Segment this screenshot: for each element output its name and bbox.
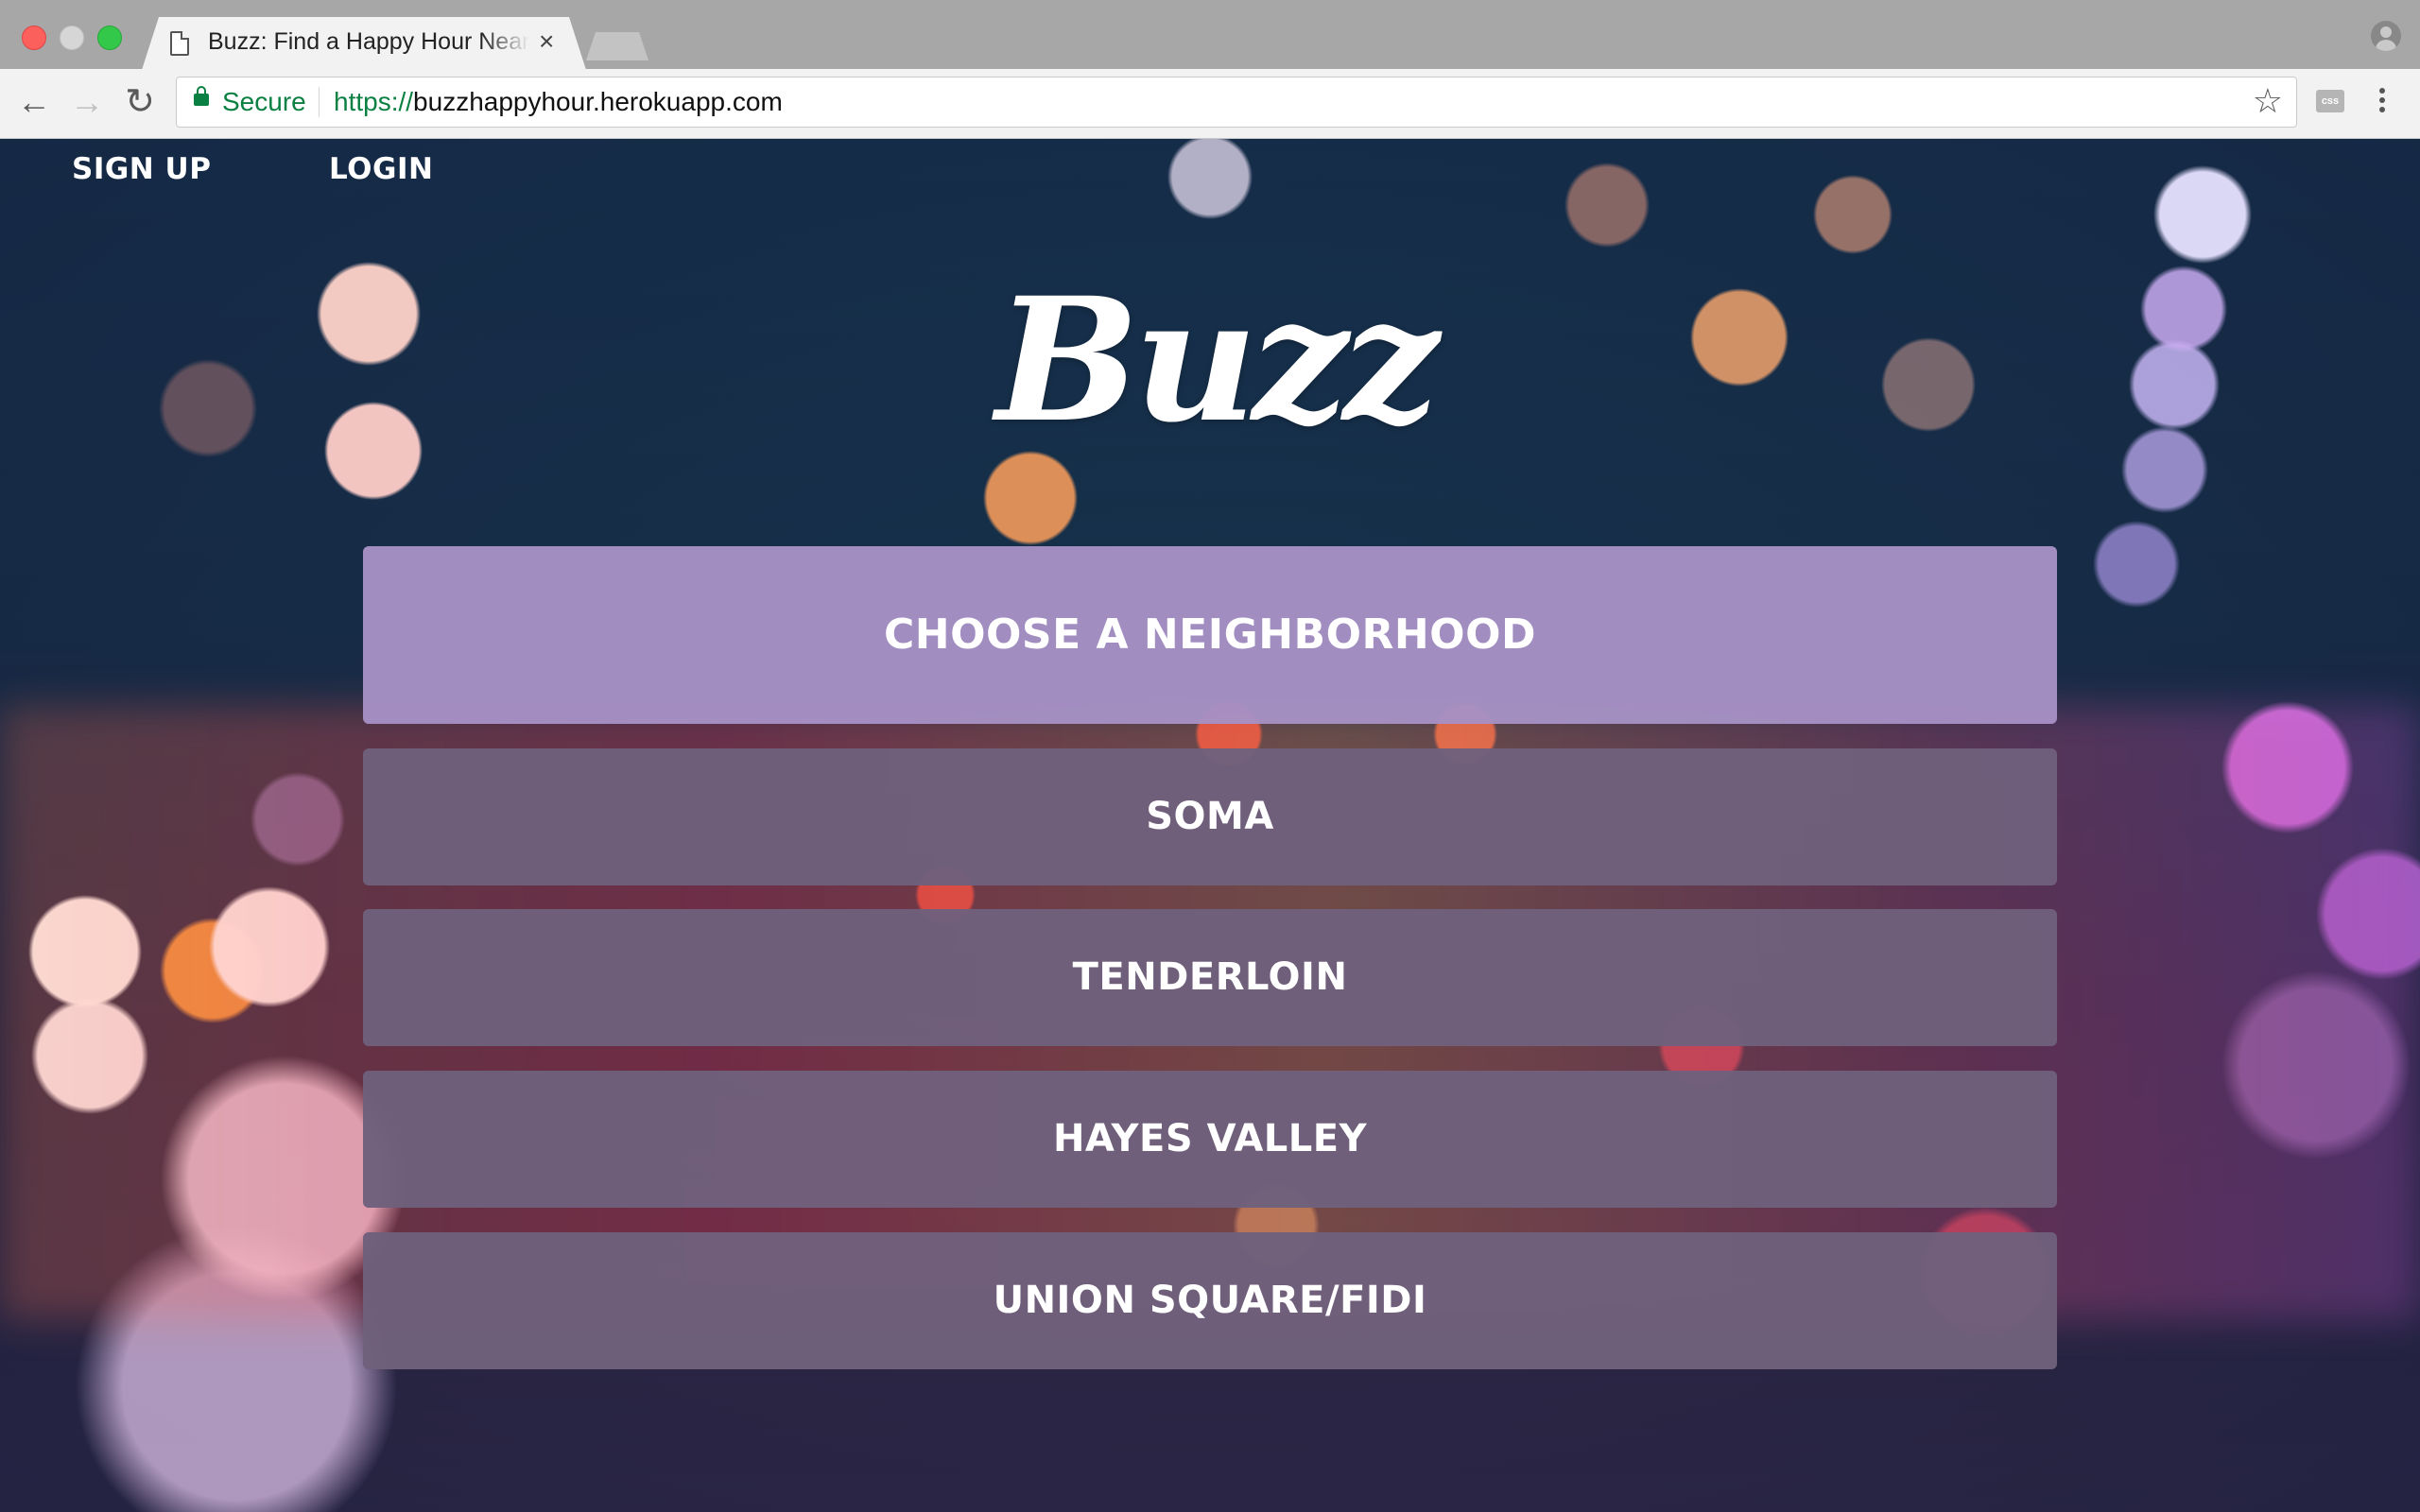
sign-up-link[interactable]: SIGN UP: [72, 152, 211, 186]
neighborhood-button-soma[interactable]: SOMA: [363, 748, 2057, 885]
neighborhood-button-union-square-fidi[interactable]: UNION SQUARE/FIDI: [363, 1232, 2057, 1369]
choose-neighborhood-button[interactable]: CHOOSE A NEIGHBORHOOD: [363, 546, 2057, 724]
css-extension-icon[interactable]: css: [2316, 90, 2344, 112]
star-icon[interactable]: ☆: [2253, 81, 2283, 121]
url-text[interactable]: https://buzzhappyhour.herokuapp.com: [334, 87, 783, 117]
browser-tab[interactable]: Buzz: Find a Happy Hour Near ×: [142, 17, 586, 70]
page-icon: [170, 31, 189, 56]
omnibox-divider: [319, 87, 320, 117]
url-host: buzzhappyhour.herokuapp.com: [413, 87, 783, 116]
buzz-logo: Buzz: [995, 261, 1439, 460]
page-background: SIGN UP LOGIN Buzz CHOOSE A NEIGHBORHOOD…: [0, 139, 2420, 1512]
profile-icon[interactable]: [2371, 21, 2401, 51]
address-bar[interactable]: Secure https://buzzhappyhour.herokuapp.c…: [176, 77, 2297, 128]
lock-icon: [194, 86, 209, 106]
browser-toolbar: ← → ↻ Secure https://buzzhappyhour.herok…: [0, 69, 2420, 139]
back-arrow-icon[interactable]: ←: [13, 81, 55, 123]
neighborhood-button-tenderloin[interactable]: TENDERLOIN: [363, 909, 2057, 1046]
window-maximize-icon[interactable]: [97, 26, 122, 50]
neighborhood-button-hayes-valley[interactable]: HAYES VALLEY: [363, 1071, 2057, 1208]
tab-title: Buzz: Find a Happy Hour Near: [208, 28, 529, 55]
window-minimize-icon[interactable]: [60, 26, 84, 50]
secure-label: Secure: [222, 87, 306, 116]
forward-arrow-icon[interactable]: →: [66, 81, 108, 123]
url-scheme: https://: [334, 87, 414, 116]
window-close-icon[interactable]: [22, 26, 46, 50]
login-link[interactable]: LOGIN: [329, 152, 433, 186]
new-tab-button[interactable]: [586, 32, 648, 60]
close-icon[interactable]: ×: [539, 26, 554, 57]
menu-icon[interactable]: [2377, 84, 2387, 122]
browser-title-bar: Buzz: Find a Happy Hour Near ×: [0, 0, 2420, 70]
reload-icon[interactable]: ↻: [119, 81, 161, 123]
